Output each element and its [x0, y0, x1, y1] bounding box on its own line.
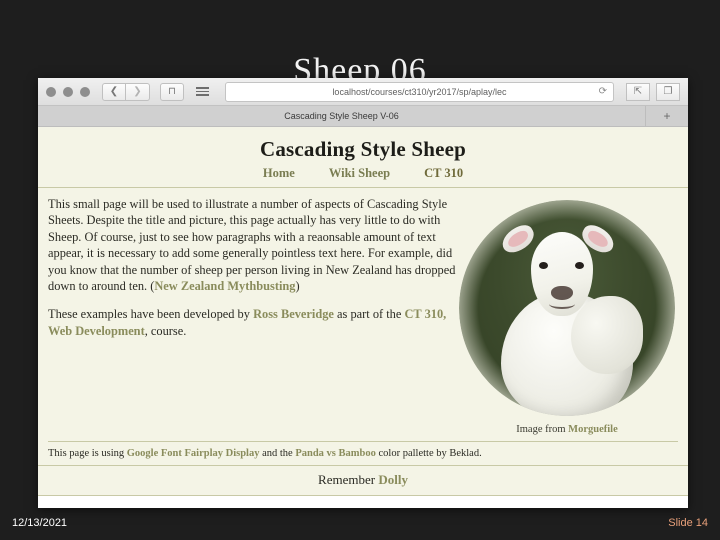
slide-footer: 12/13/2021 Slide 14 [0, 506, 720, 540]
slide-number: Slide 14 [668, 517, 708, 529]
forward-button[interactable]: ❯ [126, 82, 150, 101]
site-nav: Home Wiki Sheep CT 310 [38, 166, 688, 181]
paragraph-credits-tail: , course. [144, 323, 187, 338]
image-credit: Image from Morguefile [516, 424, 617, 435]
link-morguefile[interactable]: Morguefile [568, 424, 618, 435]
share-icon[interactable]: ⇱ [626, 82, 650, 101]
sheep-muzzle [551, 286, 573, 300]
paragraph-intro-tail: ) [295, 278, 300, 293]
paragraph-credits: These examples have been developed by Ro… [48, 306, 456, 339]
minimize-window-button[interactable] [63, 86, 73, 97]
footnote-part-2: and the [259, 448, 296, 459]
footnote-part-1: This page is using [48, 448, 127, 459]
page-footnote: This page is using Google Font Fairplay … [48, 441, 678, 459]
sheep-mouth [549, 299, 575, 309]
link-google-font-fairplay-display[interactable]: Google Font Fairplay Display [127, 448, 260, 459]
sidebar-toggle-icon[interactable]: ⊓ [160, 82, 184, 101]
image-credit-prefix: Image from [516, 424, 569, 435]
sheep-photo-canvas [459, 200, 675, 416]
browser-toolbar: ❮ ❯ ⊓ localhost/courses/ct310/yr2017/sp/… [38, 78, 688, 106]
paragraph-credits-mid: as part of the [333, 307, 405, 322]
page-content: This small page will be used to illustra… [38, 188, 688, 435]
url-text: localhost/courses/ct310/yr2017/sp/aplay/… [332, 86, 507, 97]
nav-link-home[interactable]: Home [263, 166, 295, 181]
navigation-buttons: ❮ ❯ [102, 82, 150, 101]
link-dolly[interactable]: Dolly [378, 472, 408, 487]
nav-link-ct-310[interactable]: CT 310 [424, 166, 463, 181]
address-bar[interactable]: localhost/courses/ct310/yr2017/sp/aplay/… [225, 81, 614, 102]
new-tab-button[interactable]: + [646, 106, 688, 126]
page-title: Cascading Style Sheep [259, 137, 467, 161]
paragraph-intro: This small page will be used to illustra… [48, 196, 456, 294]
tab-bar: Cascading Style Sheep V-06 + [38, 106, 688, 127]
nav-link-wiki-sheep[interactable]: Wiki Sheep [329, 166, 390, 181]
tabs-overview-icon[interactable]: ❐ [656, 82, 680, 101]
link-ross-beveridge[interactable]: Ross Beveridge [253, 307, 334, 321]
link-panda-vs-bamboo[interactable]: Panda vs Bamboo [295, 448, 376, 459]
sheep-eye-right [575, 262, 584, 269]
close-window-button[interactable] [46, 86, 56, 97]
tab-title: Cascading Style Sheep V-06 [284, 111, 399, 121]
maximize-window-button[interactable] [80, 86, 90, 97]
hamburger-menu-icon[interactable] [196, 87, 209, 96]
remember-dolly: Remember Dolly [38, 465, 688, 496]
link-new-zealand-mythbusting[interactable]: New Zealand Mythbusting [154, 279, 295, 293]
sheep-ear-left [497, 221, 539, 257]
sheep-shoulder-shape [571, 296, 643, 374]
slide-canvas: Sheep 06 ❮ ❯ ⊓ localhost/courses/ct310/y… [0, 0, 720, 540]
text-column: This small page will be used to illustra… [48, 196, 456, 435]
paragraph-credits-text: These examples have been developed by [48, 307, 254, 322]
slide-date: 12/13/2021 [12, 517, 68, 529]
window-controls [46, 86, 90, 97]
reload-icon[interactable]: ⟳ [599, 86, 607, 97]
sheep-eye-left [539, 262, 548, 269]
remember-prefix: Remember [318, 472, 379, 487]
toolbar-right-buttons: ⇱ ❐ [626, 82, 680, 101]
site-header: Cascading Style Sheep Home Wiki Sheep CT… [38, 127, 688, 188]
image-column: Image from Morguefile [456, 196, 678, 435]
footnote-part-3: color pallette by Beklad. [375, 448, 482, 459]
browser-window: ❮ ❯ ⊓ localhost/courses/ct310/yr2017/sp/… [38, 78, 688, 508]
sheep-photo [459, 200, 675, 416]
tab-cascading-style-sheep[interactable]: Cascading Style Sheep V-06 [38, 106, 646, 126]
page-viewport: Cascading Style Sheep Home Wiki Sheep CT… [38, 127, 688, 508]
back-button[interactable]: ❮ [102, 82, 126, 101]
